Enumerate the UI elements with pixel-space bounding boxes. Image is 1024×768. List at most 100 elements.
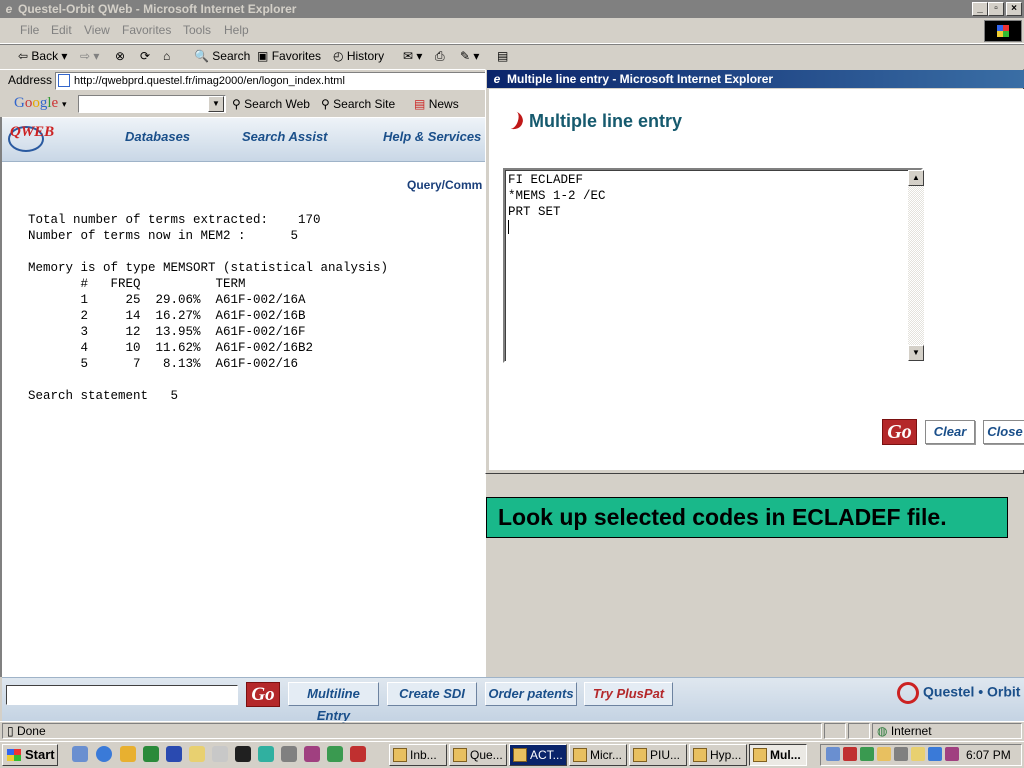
query-command-link[interactable]: Query/Comm (407, 178, 482, 192)
menu-view[interactable]: View (84, 23, 110, 37)
tray-app-icon[interactable] (911, 747, 925, 761)
search-icon: 🔍 (194, 49, 209, 63)
scroll-up-button[interactable]: ▲ (908, 170, 924, 186)
quicklaunch-network-icon[interactable] (281, 746, 297, 762)
taskbar-clock[interactable]: 6:07 PM (966, 748, 1011, 762)
edit-button[interactable]: ✎ ▾ (460, 49, 479, 63)
quicklaunch-app-icon[interactable] (258, 746, 274, 762)
create-sdi-button[interactable]: Create SDI (387, 682, 477, 706)
google-news-button[interactable]: ▤ News (414, 97, 459, 111)
status-cell-empty (824, 723, 846, 739)
task-act[interactable]: ACT... (509, 744, 567, 766)
google-search-site-button[interactable]: ⚲ Search Site (321, 97, 395, 111)
task-microsoft[interactable]: Micr... (569, 744, 627, 766)
quicklaunch-search-icon[interactable] (189, 746, 205, 762)
home-button[interactable]: ⌂ (163, 49, 170, 63)
popup-clear-button[interactable]: Clear (925, 420, 975, 444)
popup-titlebar[interactable]: Multiple line entry - Microsoft Internet… (487, 70, 1024, 88)
stop-button[interactable]: ⊗ (115, 49, 125, 63)
start-button[interactable]: Start (2, 744, 58, 766)
tray-alert-icon[interactable] (945, 747, 959, 761)
minimize-button[interactable]: _ (972, 2, 988, 16)
maximize-button[interactable]: ▫ (988, 2, 1004, 16)
nav-search-assist[interactable]: Search Assist (242, 129, 328, 144)
menu-favorites[interactable]: Favorites (122, 23, 171, 37)
forward-arrow-icon: ⇨ ▾ (80, 49, 100, 63)
task-piu[interactable]: PIU... (629, 744, 687, 766)
tray-shield-icon[interactable] (843, 747, 857, 761)
print-button[interactable]: ⎙ (435, 49, 445, 64)
mail-button[interactable]: ✉ ▾ (403, 49, 422, 63)
quicklaunch-ie-icon[interactable] (96, 746, 112, 762)
task-multiline[interactable]: Mul... (749, 744, 807, 766)
scroll-down-button[interactable]: ▼ (908, 345, 924, 361)
forward-button[interactable]: ⇨ ▾ (80, 49, 99, 63)
search-button[interactable]: 🔍 Search (194, 49, 250, 63)
tray-network-icon[interactable] (860, 747, 874, 761)
history-button[interactable]: ◴ History (333, 49, 384, 63)
popup-close-button[interactable]: Close (983, 420, 1024, 444)
edit-icon: ✎ ▾ (460, 49, 480, 63)
refresh-icon: ⟳ (140, 49, 151, 63)
main-window-titlebar[interactable]: Questel-Orbit QWeb - Microsoft Internet … (0, 0, 1024, 18)
site-search-icon: ⚲ (321, 97, 330, 111)
instruction-callout: Look up selected codes in ECLADEF file. (486, 497, 1008, 538)
tray-display-icon[interactable] (894, 747, 908, 761)
discuss-button[interactable]: ▤ (497, 49, 508, 63)
address-input[interactable]: http://qwebprd.questel.fr/imag2000/en/lo… (55, 72, 486, 90)
textarea-scrollbar[interactable]: ▲ ▼ (908, 170, 924, 361)
task-questel[interactable]: Que... (449, 744, 507, 766)
page-icon (58, 74, 70, 87)
google-dropdown-button[interactable]: ▼ (208, 96, 224, 112)
menu-help[interactable]: Help (224, 23, 249, 37)
table-row: 4 10 11.62% A61F-002/16B2 (28, 341, 314, 355)
close-window-button[interactable]: × (1006, 2, 1022, 16)
discuss-icon: ▤ (497, 49, 509, 63)
binoculars-icon: ⚲ (232, 97, 241, 111)
popup-go-button[interactable]: Go (882, 419, 917, 445)
quicklaunch-settings-icon[interactable] (212, 746, 228, 762)
qweb-logo[interactable]: QWEB (8, 124, 54, 152)
refresh-button[interactable]: ⟳ (140, 49, 150, 63)
menu-tools[interactable]: Tools (183, 23, 211, 37)
quicklaunch-media-icon[interactable] (304, 746, 320, 762)
questel-orbit-logo: Questel • Orbit (897, 682, 1020, 704)
nav-databases[interactable]: Databases (125, 129, 190, 144)
menu-file[interactable]: File (20, 23, 39, 37)
quicklaunch-console-icon[interactable] (235, 746, 251, 762)
nav-help-services[interactable]: Help & Services (383, 129, 481, 144)
quicklaunch-desktop-icon[interactable] (72, 746, 88, 762)
task-inbox[interactable]: Inb... (389, 744, 447, 766)
main-window-title: Questel-Orbit QWeb - Microsoft Internet … (18, 2, 297, 16)
quicklaunch-tool-icon[interactable] (350, 746, 366, 762)
quicklaunch-outlook-icon[interactable] (120, 746, 136, 762)
text-caret (508, 220, 509, 234)
table-row: 1 25 29.06% A61F-002/16A (28, 293, 306, 307)
google-search-web-button[interactable]: ⚲ Search Web (232, 97, 310, 111)
quicklaunch-word-icon[interactable] (166, 746, 182, 762)
tray-search-icon[interactable] (826, 747, 840, 761)
task-hyp[interactable]: Hyp... (689, 744, 747, 766)
command-go-button[interactable]: Go (246, 682, 280, 707)
quicklaunch-chart-icon[interactable] (327, 746, 343, 762)
terms-extracted-line: Total number of terms extracted: 170 (28, 213, 321, 227)
order-patents-button[interactable]: Order patents (485, 682, 577, 706)
command-input[interactable] (6, 685, 238, 705)
google-logo[interactable]: Google ▾ (14, 95, 66, 112)
back-arrow-icon: ⇦ (18, 49, 29, 63)
tray-volume-icon[interactable] (877, 747, 891, 761)
try-pluspat-button[interactable]: Try PlusPat (584, 682, 673, 706)
status-page-icon: ▯ (7, 724, 14, 738)
google-search-input[interactable] (78, 95, 226, 113)
tray-monitor-icon[interactable] (928, 747, 942, 761)
multiline-entry-button[interactable]: Multiline Entry (288, 682, 379, 723)
textarea-content: FI ECLADEF *MEMS 1-2 /EC PRT SET (508, 173, 606, 219)
quicklaunch-excel-icon[interactable] (143, 746, 159, 762)
menu-edit[interactable]: Edit (51, 23, 72, 37)
home-icon: ⌂ (163, 49, 171, 63)
multiline-textarea[interactable]: FI ECLADEF *MEMS 1-2 /EC PRT SET ▲ ▼ (503, 168, 924, 363)
popup-ie-icon: e (493, 72, 501, 86)
popup-heading: Multiple line entry (529, 111, 683, 131)
favorites-button[interactable]: ▣ Favorites (257, 49, 321, 63)
back-button[interactable]: ⇦ Back ▾ (18, 49, 67, 63)
